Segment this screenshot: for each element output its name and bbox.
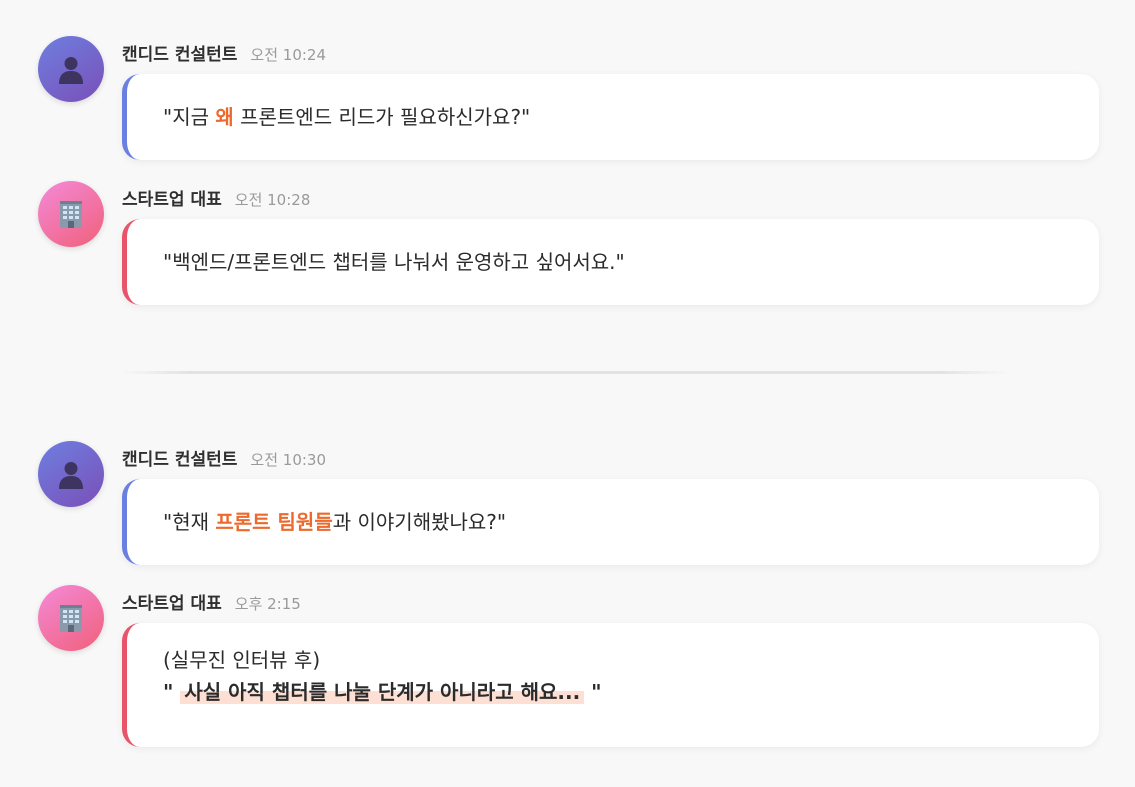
office-building-icon — [60, 605, 82, 632]
avatar-consultant — [38, 441, 104, 507]
message-text: "지금 왜 프론트엔드 리드가 필요하신가요?" — [163, 102, 530, 132]
message-4: 스타트업 대표 오후 2:15 (실무진 인터뷰 후) " 사실 아직 챕터를 … — [38, 585, 1099, 755]
message-bubble: "백엔드/프론트엔드 챕터를 나눠서 운영하고 싶어서요." — [122, 219, 1099, 305]
message-text-end: 과 이야기해봤나요?" — [332, 510, 507, 534]
message-text-start: "지금 — [163, 105, 216, 129]
interview-note: (실무진 인터뷰 후) — [163, 648, 321, 672]
open-quote: " — [163, 680, 174, 704]
sender-name: 스타트업 대표 — [122, 594, 222, 614]
highlighted-quote: 사실 아직 챕터를 나눌 단계가 아니라고 해요... — [180, 680, 585, 704]
message-bubble: "현재 프론트 팀원들과 이야기해봤나요?" — [122, 479, 1099, 565]
section-divider — [120, 371, 1010, 374]
message-quote: " 사실 아직 챕터를 나눌 단계가 아니라고 해요... " — [163, 677, 1099, 707]
message-bubble: (실무진 인터뷰 후) " 사실 아직 챕터를 나눌 단계가 아니라고 해요..… — [122, 623, 1099, 747]
avatar-ceo — [38, 585, 104, 651]
timestamp: 오전 10:30 — [250, 451, 327, 469]
person-icon — [59, 57, 83, 84]
message-text: "백엔드/프론트엔드 챕터를 나눠서 운영하고 싶어서요." — [163, 250, 625, 274]
sender-name: 스타트업 대표 — [122, 190, 222, 210]
message-text-start: "현재 — [163, 510, 216, 534]
emphasized-text: 프론트 팀원들 — [215, 510, 333, 534]
message-text-end: 프론트엔드 리드가 필요하신가요?" — [233, 105, 531, 129]
close-quote: " — [591, 680, 602, 704]
timestamp: 오후 2:15 — [234, 595, 301, 613]
message-2: 스타트업 대표 오전 10:28 "백엔드/프론트엔드 챕터를 나눠서 운영하고… — [38, 181, 1099, 311]
message-1: 캔디드 컨설턴트 오전 10:24 "지금 왜 프론트엔드 리드가 필요하신가요… — [38, 36, 1099, 166]
sender-name: 캔디드 컨설턴트 — [122, 45, 238, 65]
person-icon — [59, 462, 83, 489]
message-header: 스타트업 대표 오전 10:28 — [122, 185, 311, 210]
office-building-icon — [60, 201, 82, 228]
message-bubble: "지금 왜 프론트엔드 리드가 필요하신가요?" — [122, 74, 1099, 160]
emphasized-text: 왜 — [215, 105, 234, 129]
timestamp: 오전 10:28 — [234, 191, 311, 209]
sender-name: 캔디드 컨설턴트 — [122, 450, 238, 470]
message-header: 캔디드 컨설턴트 오전 10:30 — [122, 445, 327, 470]
message-3: 캔디드 컨설턴트 오전 10:30 "현재 프론트 팀원들과 이야기해봤나요?" — [38, 441, 1099, 571]
message-header: 스타트업 대표 오후 2:15 — [122, 589, 301, 614]
avatar-ceo — [38, 181, 104, 247]
message-header: 캔디드 컨설턴트 오전 10:24 — [122, 40, 327, 65]
avatar-consultant — [38, 36, 104, 102]
timestamp: 오전 10:24 — [250, 46, 327, 64]
message-text: "현재 프론트 팀원들과 이야기해봤나요?" — [163, 507, 506, 537]
